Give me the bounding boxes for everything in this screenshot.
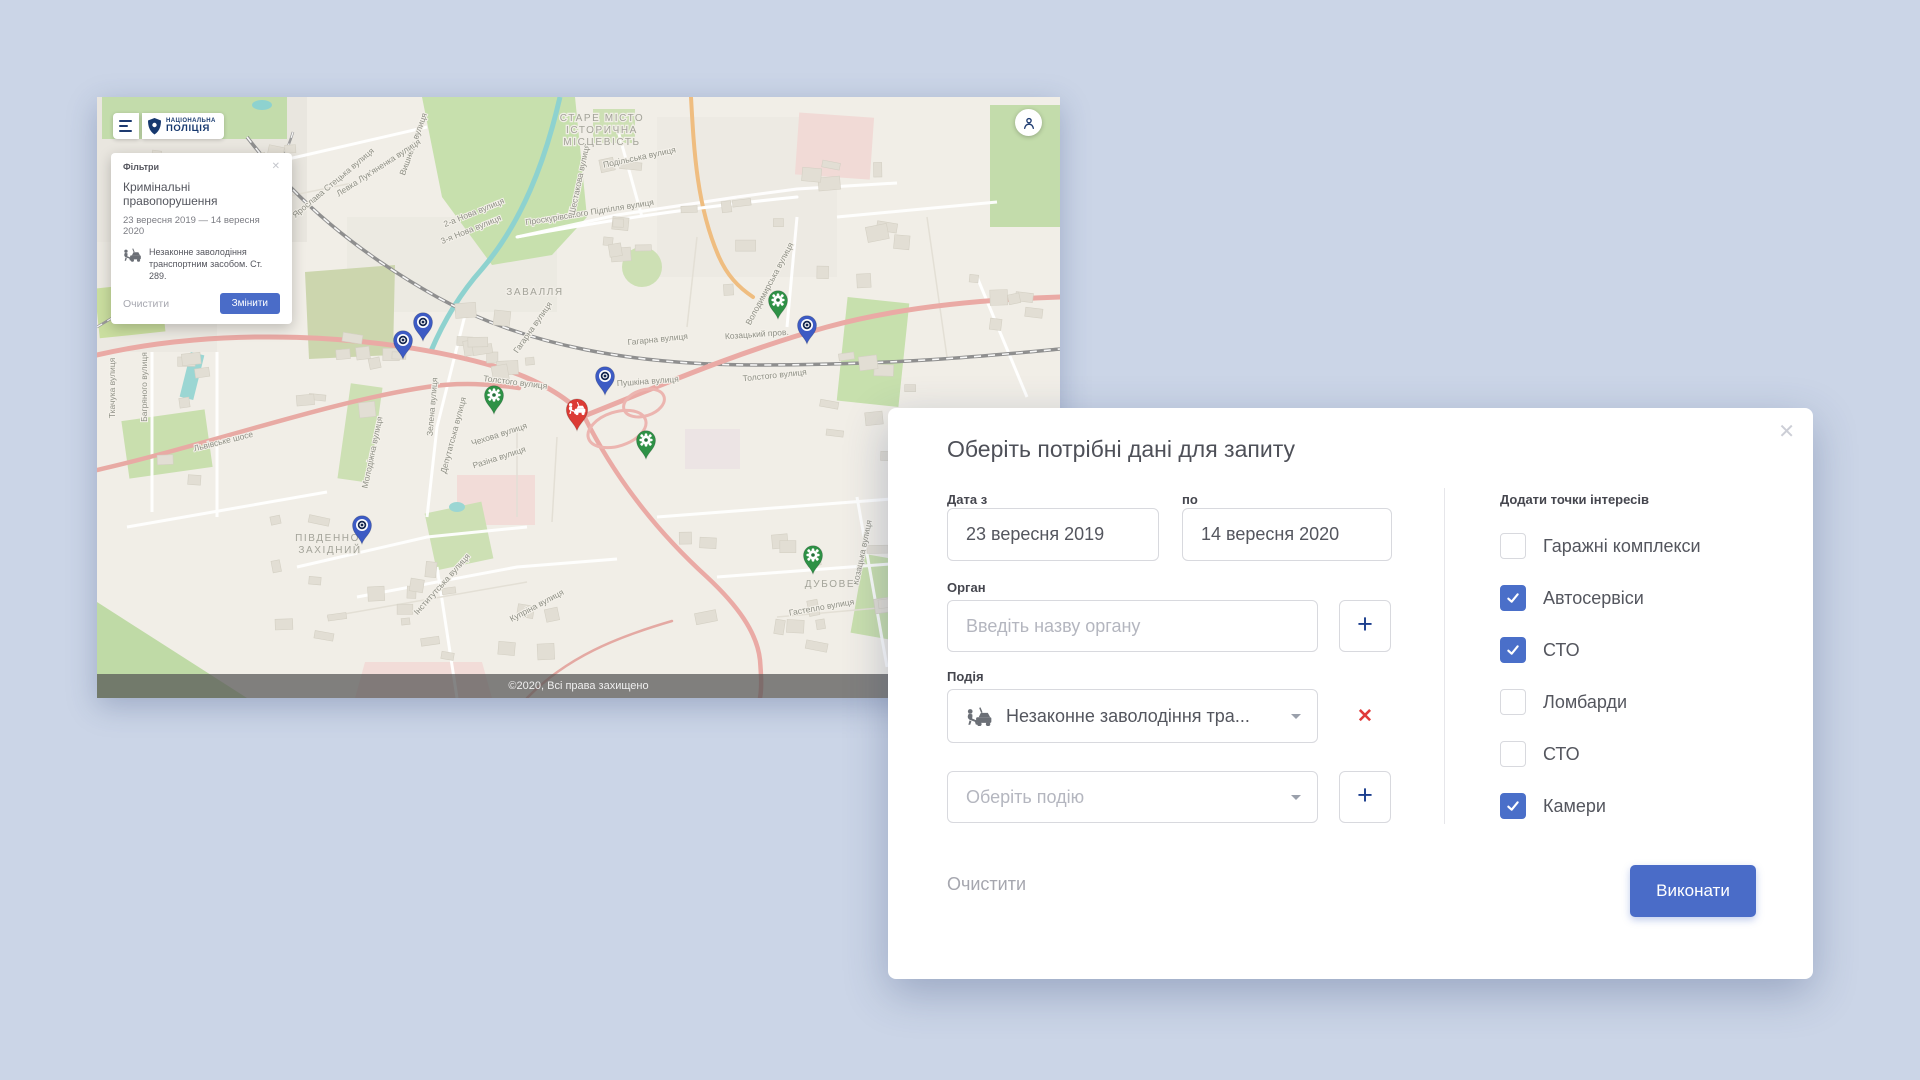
street-label: Багряного вулиця	[139, 352, 149, 422]
checkbox-unchecked[interactable]	[1500, 741, 1526, 767]
district-label: ЗАВАЛЛЯ	[506, 287, 563, 298]
poi-section: Додати точки інтересів Гаражні комплекси…	[1500, 492, 1701, 819]
add-event-button[interactable]: +	[1339, 771, 1391, 823]
district-label: СТАРЕ МІСТО	[560, 113, 645, 124]
submit-button[interactable]: Виконати	[1630, 865, 1756, 917]
filter-close-icon[interactable]: ✕	[272, 162, 280, 172]
date-to-label: по	[1182, 492, 1198, 507]
map-topbar: НАЦІОНАЛЬНА ПОЛІЦІЯ	[113, 113, 224, 139]
poi-checkbox-row[interactable]: СТО	[1500, 741, 1701, 767]
poi-checkbox-row[interactable]: Гаражні комплекси	[1500, 533, 1701, 559]
district-label: ПІВДЕННО-	[295, 533, 365, 544]
modal-clear-button[interactable]: Очистити	[947, 874, 1026, 895]
date-to-input[interactable]: 14 вересня 2020	[1182, 508, 1392, 561]
filter-event-text: Незаконне заволодіння транспортним засоб…	[149, 246, 280, 282]
filter-card-header: Фільтри	[123, 162, 159, 172]
logo-line2: ПОЛІЦІЯ	[166, 124, 216, 134]
event-label: Подія	[947, 669, 984, 684]
poi-label: Камери	[1543, 796, 1606, 817]
checkbox-unchecked[interactable]	[1500, 533, 1526, 559]
event-select[interactable]: Незаконне заволодіння тра...	[947, 689, 1318, 743]
chevron-down-icon	[1291, 795, 1301, 800]
filter-card: Фільтри ✕ Кримінальні правопорушення 23 …	[111, 153, 292, 324]
checkbox-checked[interactable]	[1500, 637, 1526, 663]
filter-title: Кримінальні правопорушення	[123, 180, 280, 208]
filter-change-button[interactable]: Змінити	[220, 293, 280, 314]
modal-close-icon[interactable]: ✕	[1778, 422, 1795, 442]
chevron-down-icon	[1291, 714, 1301, 719]
menu-button[interactable]	[113, 113, 139, 139]
poi-section-label: Додати точки інтересів	[1500, 492, 1701, 507]
poi-label: СТО	[1543, 640, 1580, 661]
event2-select[interactable]: Оберіть подію	[947, 771, 1318, 823]
poi-label: СТО	[1543, 744, 1580, 765]
user-icon	[1021, 115, 1037, 131]
car-theft-icon	[123, 247, 142, 262]
poi-label: Гаражні комплекси	[1543, 536, 1701, 557]
checkbox-checked[interactable]	[1500, 585, 1526, 611]
date-from-label: Дата з	[947, 492, 987, 507]
poi-checkbox-row[interactable]: Камери	[1500, 793, 1701, 819]
district-label: ДУБОВЕ	[805, 579, 855, 590]
add-organ-button[interactable]: +	[1339, 600, 1391, 652]
checkbox-unchecked[interactable]	[1500, 689, 1526, 715]
poi-checkbox-row[interactable]: Автосервіси	[1500, 585, 1701, 611]
poi-checkbox-row[interactable]: СТО	[1500, 637, 1701, 663]
check-icon	[1505, 798, 1521, 814]
police-logo: НАЦІОНАЛЬНА ПОЛІЦІЯ	[142, 113, 224, 139]
poi-label: Ломбарди	[1543, 692, 1627, 713]
check-icon	[1505, 590, 1521, 606]
date-from-input[interactable]: 23 вересня 2019	[947, 508, 1159, 561]
checkbox-checked[interactable]	[1500, 793, 1526, 819]
district-label: ЗАХІДНИЙ	[298, 543, 361, 556]
remove-event-button[interactable]: ✕	[1357, 705, 1373, 728]
filter-date-range: 23 вересня 2019 — 14 вересня 2020	[123, 215, 280, 237]
car-theft-icon	[966, 706, 993, 726]
district-label: МІСЦЕВІСТЬ	[563, 137, 640, 148]
police-badge-icon	[147, 118, 162, 135]
divider	[1444, 488, 1445, 824]
query-modal: ✕ Оберіть потрібні дані для запиту Дата …	[888, 408, 1813, 979]
poi-label: Автосервіси	[1543, 588, 1644, 609]
poi-checkbox-row[interactable]: Ломбарди	[1500, 689, 1701, 715]
organ-label: Орган	[947, 580, 986, 595]
district-label: ІСТОРИЧНА	[566, 125, 638, 136]
street-label: Ткачука вулиця	[107, 357, 117, 418]
filter-clear-button[interactable]: Очистити	[123, 298, 169, 310]
check-icon	[1505, 642, 1521, 658]
modal-title: Оберіть потрібні дані для запиту	[947, 436, 1295, 463]
user-profile-button[interactable]	[1015, 109, 1042, 136]
organ-input[interactable]: Введіть назву органу	[947, 600, 1318, 652]
